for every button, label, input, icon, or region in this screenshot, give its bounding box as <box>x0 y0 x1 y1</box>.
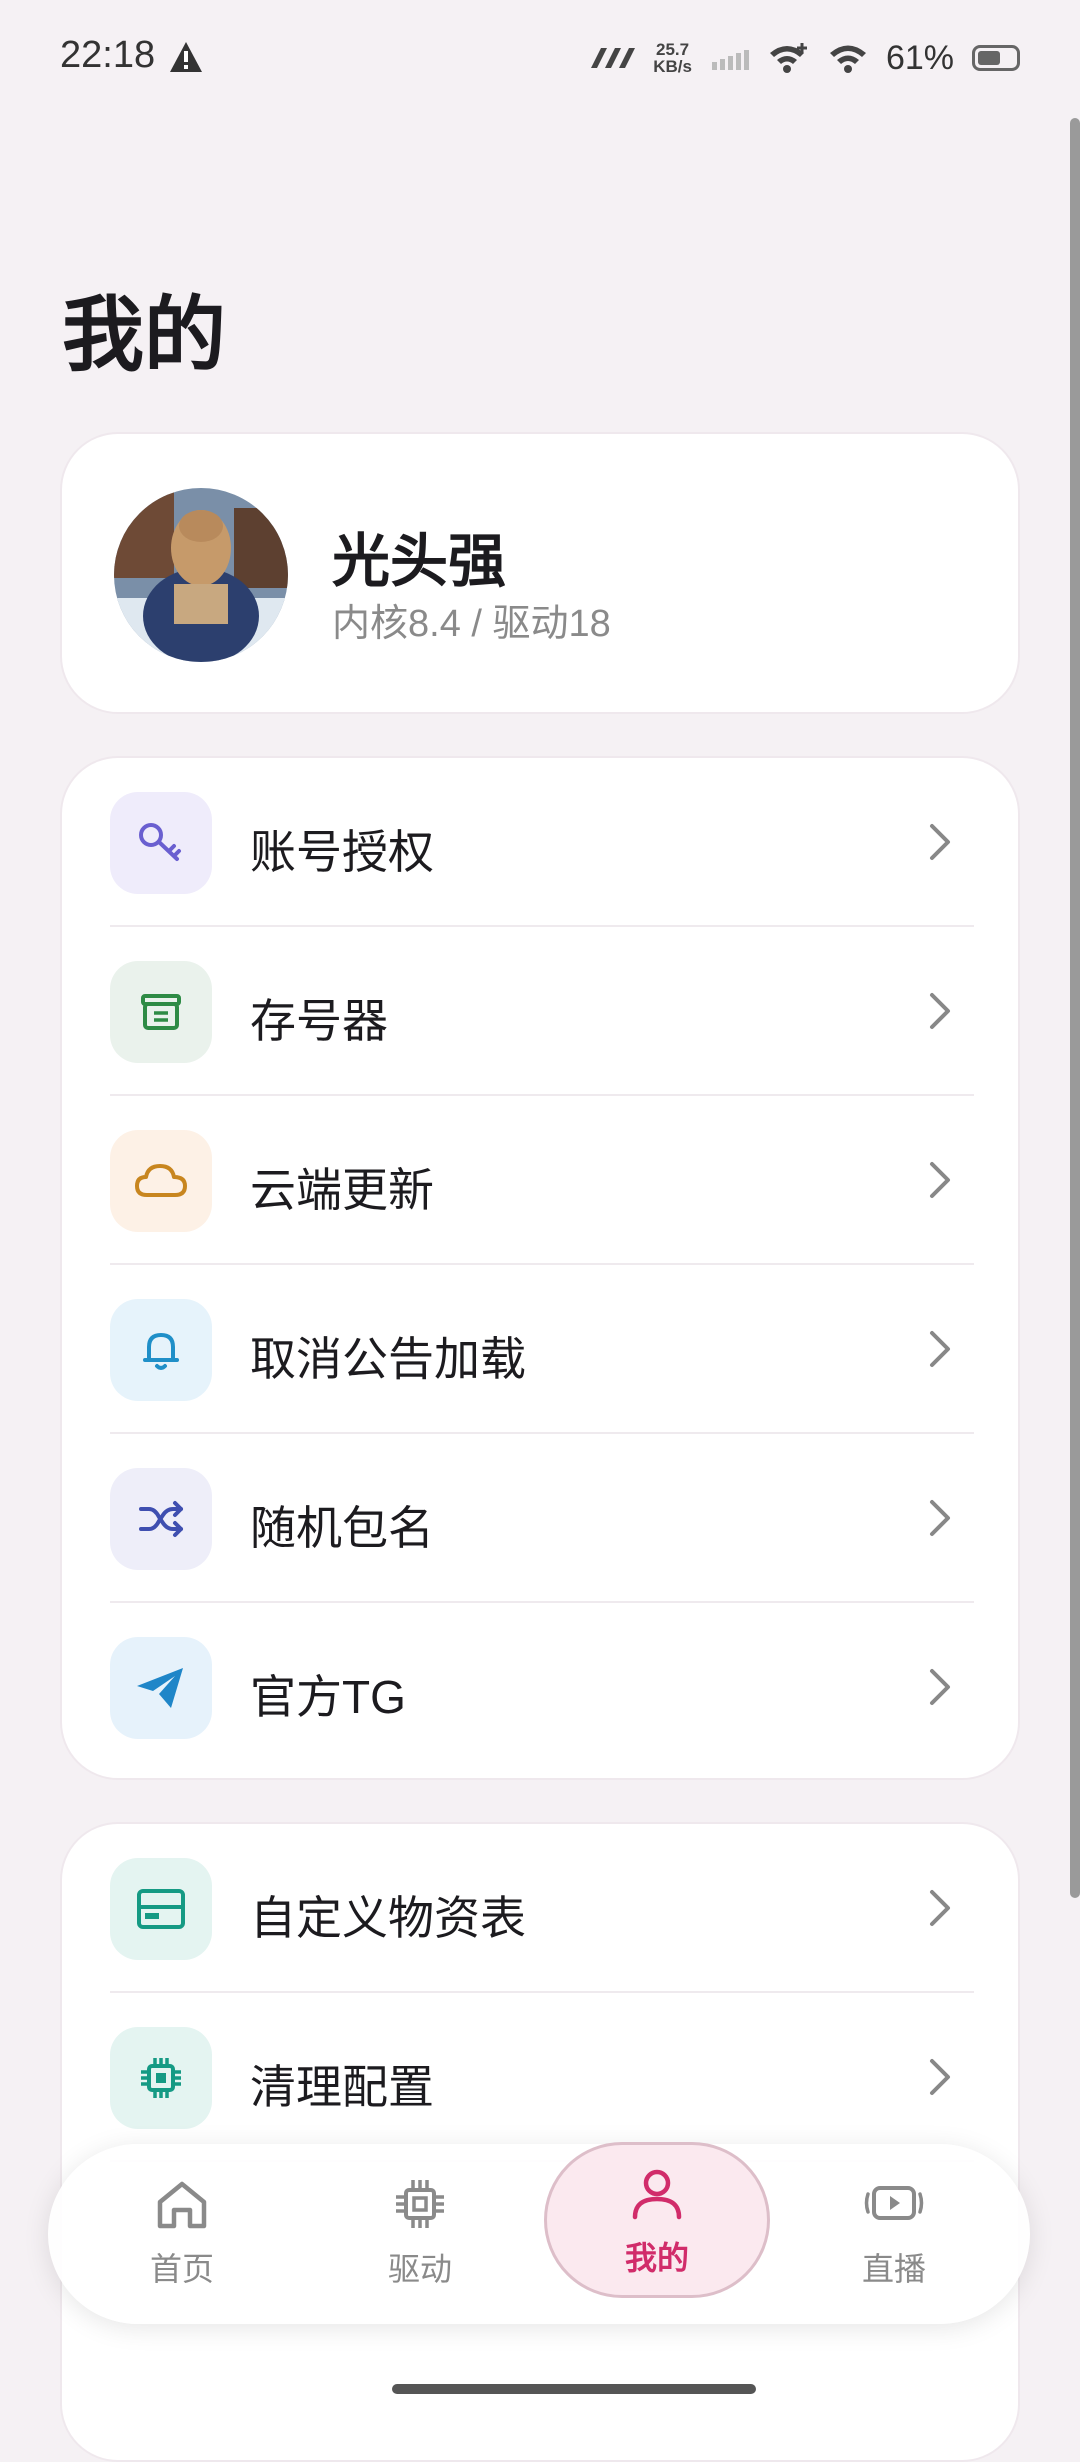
avatar-image <box>114 488 288 662</box>
chip-icon <box>396 2180 444 2228</box>
profile-name: 光头强 <box>332 529 507 594</box>
menu-item-label: 账号授权 <box>250 826 434 878</box>
telegram-icon <box>110 1637 212 1739</box>
key-icon <box>110 792 212 894</box>
cloud-icon <box>110 1130 212 1232</box>
chevron-right-icon <box>930 824 950 860</box>
bell-icon <box>110 1299 212 1401</box>
menu-item-label: 自定义物资表 <box>250 1892 526 1944</box>
card-icon <box>110 1858 212 1960</box>
nav-tab-label: 我的 <box>624 2240 689 2276</box>
status-icons: 25.7 KB/s 61% <box>585 30 1020 86</box>
menu-item-random-package[interactable]: 随机包名 <box>110 1434 974 1603</box>
nav-tab-label: 直播 <box>861 2251 926 2287</box>
menu-item-official-tg[interactable]: 官方TG <box>110 1603 974 1772</box>
avatar[interactable] <box>114 488 288 662</box>
profile-card[interactable]: 光头强 内核8.4 / 驱动18 <box>60 432 1020 714</box>
nav-tab-home[interactable]: 首页 <box>82 2174 282 2304</box>
nav-tab-mine-content: 我的 <box>557 2163 757 2293</box>
home-icon <box>157 2181 207 2229</box>
nav-tab-label: 首页 <box>149 2251 214 2287</box>
profile-subtitle: 内核8.4 / 驱动18 <box>332 603 611 645</box>
net-speed: 25.7 KB/s <box>653 41 692 75</box>
bottom-nav: 首页 驱动 我的 直播 <box>48 2142 1030 2324</box>
chevron-right-icon <box>930 1669 950 1705</box>
scrollbar[interactable] <box>1070 118 1080 1898</box>
chevron-right-icon <box>930 993 950 1029</box>
nav-tab-live[interactable]: 直播 <box>794 2174 994 2304</box>
page-title: 我的 <box>62 290 227 381</box>
battery-percent: 61% <box>885 38 954 77</box>
chip-icon <box>110 2027 212 2129</box>
menu-item-cloud-update[interactable]: 云端更新 <box>110 1096 974 1265</box>
net-speed-unit: KB/s <box>653 57 692 76</box>
menu-card-secondary: 自定义物资表 清理配置 <box>60 1822 1020 2462</box>
archive-icon <box>110 961 212 1063</box>
menu-item-label: 清理配置 <box>250 2061 434 2113</box>
nav-tab-label: 驱动 <box>387 2251 452 2287</box>
chevron-right-icon <box>930 1331 950 1367</box>
nav-tab-driver[interactable]: 驱动 <box>320 2174 520 2304</box>
chevron-right-icon <box>930 1162 950 1198</box>
menu-item-cancel-notice[interactable]: 取消公告加载 <box>110 1265 974 1434</box>
nav-tab-mine[interactable]: 我的 <box>544 2142 770 2298</box>
chevron-right-icon <box>930 1890 950 1926</box>
menu-item-label: 存号器 <box>250 995 388 1047</box>
alert-icon <box>170 42 202 72</box>
gesture-home-bar[interactable] <box>392 2384 756 2394</box>
person-icon <box>632 2169 682 2220</box>
shuffle-icon <box>110 1468 212 1570</box>
menu-item-clean-config[interactable]: 清理配置 <box>110 1993 974 2162</box>
chevron-right-icon <box>930 2059 950 2095</box>
menu-item-account-auth[interactable]: 账号授权 <box>110 758 974 927</box>
menu-item-custom-supply-table[interactable]: 自定义物资表 <box>110 1824 974 1993</box>
signal-icon <box>711 50 749 70</box>
menu-item-label: 云端更新 <box>250 1164 434 1216</box>
wifi-icon <box>829 45 866 73</box>
menu-item-account-saver[interactable]: 存号器 <box>110 927 974 1096</box>
wifi-plus-icon <box>769 43 807 73</box>
menu-item-label: 官方TG <box>250 1671 406 1723</box>
video-icon <box>864 2186 924 2220</box>
menu-item-label: 取消公告加载 <box>250 1333 526 1385</box>
battery-icon <box>972 45 1020 71</box>
net-speed-value: 25.7 <box>656 40 690 59</box>
status-bar: 22:18 25.7 KB/s 61% <box>0 0 1080 110</box>
menu-item-label: 随机包名 <box>250 1502 434 1554</box>
nfc-icon <box>591 48 636 68</box>
menu-card-primary: 账号授权 存号器 云端更新 取消公告加载 随机包名 官方TG <box>60 756 1020 1780</box>
chevron-right-icon <box>930 1500 950 1536</box>
status-time: 22:18 <box>60 34 156 76</box>
